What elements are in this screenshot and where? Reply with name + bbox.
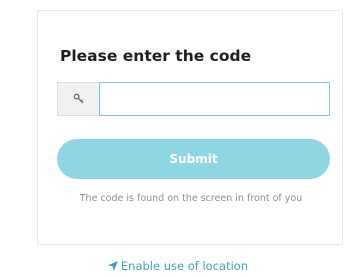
code-input-group [57, 82, 330, 116]
key-icon-addon [57, 82, 99, 116]
location-arrow-icon [107, 261, 118, 271]
code-hint-text: The code is found on the screen in front… [79, 193, 303, 204]
submit-button[interactable]: Submit [57, 139, 330, 179]
enable-location-label: Enable use of location [120, 259, 249, 273]
code-entry-card: Please enter the code Submit The code is… [37, 10, 343, 245]
form-title: Please enter the code [60, 47, 252, 65]
code-input[interactable] [99, 82, 330, 116]
page: Please enter the code Submit The code is… [0, 0, 356, 278]
enable-location-link[interactable]: Enable use of location [0, 259, 356, 273]
key-icon [73, 93, 83, 104]
